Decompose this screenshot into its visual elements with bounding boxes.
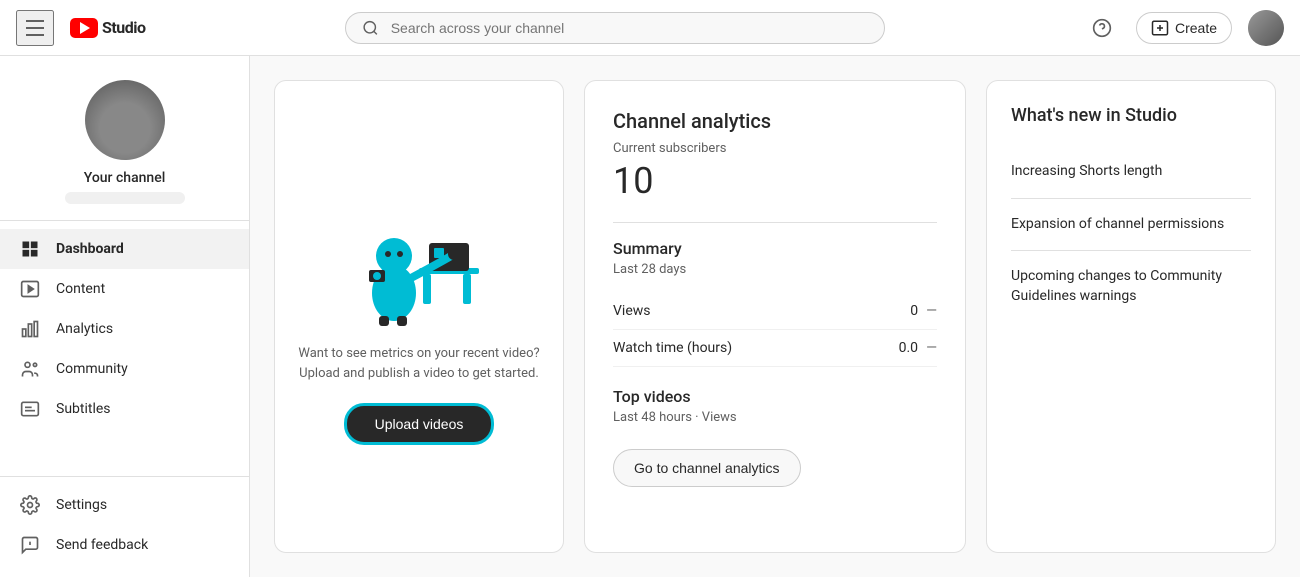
- community-icon: [20, 359, 40, 379]
- subscribers-count: 10: [613, 160, 937, 202]
- channel-name: Your channel: [84, 170, 166, 186]
- dashboard-icon: [20, 239, 40, 259]
- dashboard-label: Dashboard: [56, 241, 124, 257]
- sidebar-item-send-feedback[interactable]: Send feedback: [0, 525, 249, 565]
- sidebar-item-subtitles[interactable]: Subtitles: [0, 389, 249, 429]
- community-label: Community: [56, 361, 128, 377]
- sidebar-item-content[interactable]: Content: [0, 269, 249, 309]
- summary-title: Summary: [613, 239, 937, 258]
- channel-avatar[interactable]: [85, 80, 165, 160]
- upload-illustration: [339, 188, 499, 328]
- header: Studio Create: [0, 0, 1300, 56]
- create-label: Create: [1175, 20, 1217, 36]
- logo[interactable]: Studio: [70, 18, 146, 38]
- content-icon: [20, 279, 40, 299]
- analytics-title: Channel analytics: [613, 109, 937, 133]
- channel-avatar-image: [85, 80, 165, 160]
- news-item-guidelines-label: Upcoming changes to Community Guidelines…: [1011, 268, 1222, 304]
- upload-videos-button[interactable]: Upload videos: [344, 403, 495, 445]
- subscribers-label: Current subscribers: [613, 141, 937, 156]
- hamburger-menu[interactable]: [16, 10, 54, 46]
- views-label: Views: [613, 303, 651, 319]
- sidebar-item-dashboard[interactable]: Dashboard: [0, 229, 249, 269]
- summary-subtitle: Last 28 days: [613, 262, 937, 277]
- watchtime-change: —: [926, 340, 937, 356]
- channel-section: Your channel: [0, 68, 249, 221]
- sidebar-item-settings[interactable]: Settings: [0, 485, 249, 525]
- search-input[interactable]: [391, 20, 868, 36]
- help-icon: [1092, 18, 1112, 38]
- upload-card: Want to see metrics on your recent video…: [274, 80, 564, 553]
- main-content: Want to see metrics on your recent video…: [250, 56, 1300, 577]
- news-item-shorts[interactable]: Increasing Shorts length: [1011, 146, 1251, 199]
- settings-label: Settings: [56, 497, 107, 513]
- watchtime-label: Watch time (hours): [613, 340, 732, 356]
- top-videos-title: Top videos: [613, 387, 937, 406]
- search-icon: [362, 19, 379, 37]
- create-icon: [1151, 19, 1169, 37]
- your-channel-button[interactable]: [65, 192, 185, 204]
- user-avatar[interactable]: [1248, 10, 1284, 46]
- news-item-permissions-label: Expansion of channel permissions: [1011, 216, 1224, 232]
- whats-new-card: What's new in Studio Increasing Shorts l…: [986, 80, 1276, 553]
- views-change: —: [926, 303, 937, 319]
- logo-text: Studio: [102, 18, 146, 37]
- subtitles-icon: [20, 399, 40, 419]
- help-button[interactable]: [1084, 10, 1120, 46]
- upload-prompt-text: Want to see metrics on your recent video…: [295, 344, 543, 383]
- feedback-icon: [20, 535, 40, 555]
- views-value: 0: [910, 303, 918, 319]
- search-bar: [186, 12, 1044, 44]
- analytics-card: Channel analytics Current subscribers 10…: [584, 80, 966, 553]
- watchtime-value: 0.0: [899, 340, 918, 356]
- subtitles-label: Subtitles: [56, 401, 111, 417]
- stat-row-views: Views 0 —: [613, 293, 937, 330]
- top-videos-section: Top videos Last 48 hours · Views Go to c…: [613, 387, 937, 487]
- avatar-image: [1248, 10, 1284, 46]
- settings-icon: [20, 495, 40, 515]
- analytics-label: Analytics: [56, 321, 113, 337]
- analytics-icon: [20, 319, 40, 339]
- news-item-guidelines[interactable]: Upcoming changes to Community Guidelines…: [1011, 251, 1251, 322]
- sidebar-item-community[interactable]: Community: [0, 349, 249, 389]
- sidebar: Your channel Dashboard Content Analytics: [0, 56, 250, 577]
- go-to-channel-analytics-button[interactable]: Go to channel analytics: [613, 449, 801, 487]
- youtube-logo-icon: [70, 18, 98, 38]
- news-item-permissions[interactable]: Expansion of channel permissions: [1011, 199, 1251, 252]
- sidebar-item-analytics[interactable]: Analytics: [0, 309, 249, 349]
- top-videos-subtitle: Last 48 hours · Views: [613, 410, 937, 425]
- send-feedback-label: Send feedback: [56, 537, 148, 553]
- create-button[interactable]: Create: [1136, 12, 1232, 44]
- news-item-shorts-label: Increasing Shorts length: [1011, 163, 1162, 179]
- whats-new-title: What's new in Studio: [1011, 105, 1251, 126]
- divider-1: [613, 222, 937, 223]
- stat-row-watchtime: Watch time (hours) 0.0 —: [613, 330, 937, 367]
- content-label: Content: [56, 281, 105, 297]
